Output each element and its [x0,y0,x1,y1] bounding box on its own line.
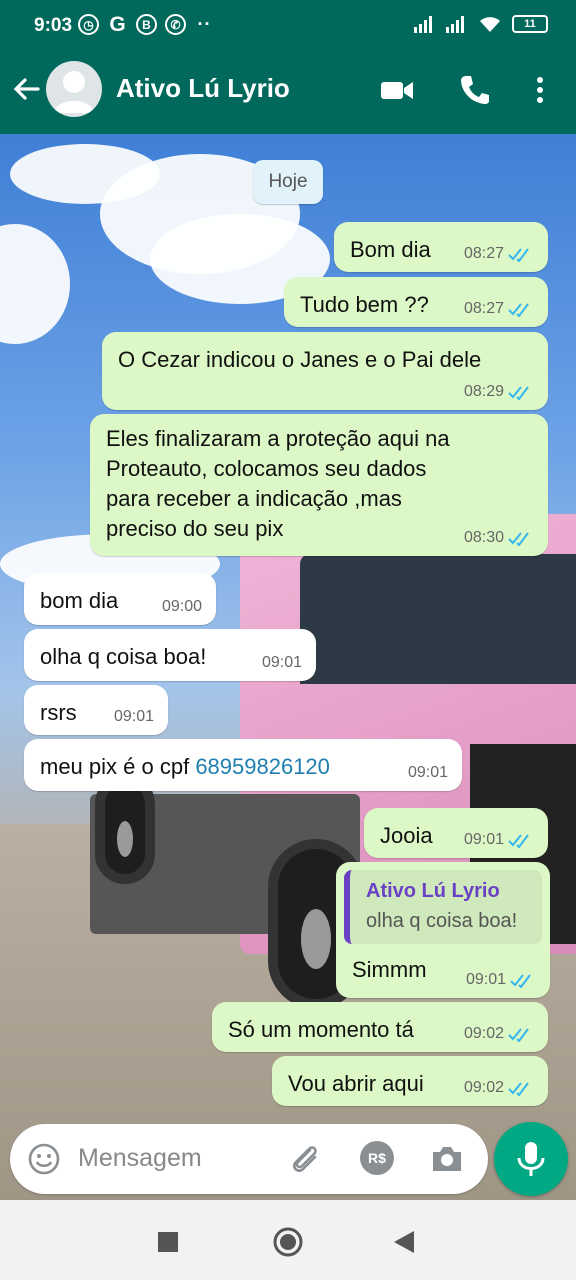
message-text: bom dia [40,588,119,613]
message-time: 09:01 [261,654,302,671]
message-bubble-outgoing[interactable]: Bom dia 08:27 [334,222,548,272]
message-bubble-incoming[interactable]: meu pix é o cpf 68959826120 09:01 [24,739,462,791]
read-ticks-icon [508,248,529,262]
attach-icon[interactable] [288,1141,324,1177]
signal-icon [446,16,464,33]
message-bubble-outgoing[interactable]: Vou abrir aqui 09:02 [272,1056,548,1106]
mic-icon [517,1142,545,1176]
contact-name[interactable]: Ativo Lú Lyrio [116,73,290,104]
message-text: Vou abrir aqui [288,1071,424,1096]
mic-button[interactable] [494,1122,568,1196]
voice-call-icon[interactable] [458,73,492,107]
alarm-icon: ◷ [78,14,99,35]
message-time: 09:01 [113,708,154,725]
message-text: olha q coisa boa! [40,644,207,669]
message-text: Eles finalizaram a proteção aqui na Prot… [106,426,450,541]
message-bubble-incoming[interactable]: olha q coisa boa! 09:01 [24,629,316,681]
back-arrow-icon[interactable] [10,73,42,105]
message-bubble-incoming[interactable]: bom dia 09:00 [24,573,216,625]
status-bar: 9:03 ◷ G B ✆ ·· 11 [0,0,576,56]
message-time: 08:30 [463,529,504,546]
read-ticks-icon [508,1028,529,1042]
message-input[interactable]: Mensagem [78,1144,202,1173]
chat-header: Ativo Lú Lyrio [0,56,576,134]
message-text: Tudo bem ?? [300,292,429,317]
more-options-icon[interactable] [523,73,557,107]
quoted-author: Ativo Lú Lyrio [366,880,500,902]
quoted-message[interactable]: Ativo Lú Lyrio olha q coisa boa! [344,870,542,944]
whatsapp-icon: ✆ [165,14,186,35]
message-bubble-outgoing[interactable]: Jooia 09:01 [364,808,548,858]
message-bubble-outgoing[interactable]: Só um momento tá 09:02 [212,1002,548,1052]
message-time: 09:01 [463,831,504,848]
read-ticks-icon [510,974,531,988]
avatar[interactable] [46,61,102,117]
message-text: O Cezar indicou o Janes e o Pai dele [118,347,482,372]
read-ticks-icon [508,834,529,848]
message-time: 09:00 [161,598,202,615]
battery-icon: 11 [512,15,548,33]
system-nav-bar [0,1200,576,1280]
quoted-text: olha q coisa boa! [366,910,518,932]
message-bubble-incoming[interactable]: rsrs 09:01 [24,685,168,735]
status-time: 9:03 [34,15,73,36]
date-label: Hoje [253,160,323,204]
message-text: meu pix é o cpf 68959826120 [40,754,330,779]
back-nav-icon[interactable] [394,1231,414,1253]
message-text: Jooia [380,823,433,848]
message-time: 08:27 [463,245,504,262]
wifi-icon [480,17,500,32]
google-icon: G [109,12,126,36]
message-text: Só um momento tá [228,1017,414,1042]
emoji-icon[interactable] [28,1143,60,1175]
message-bubble-outgoing[interactable]: Tudo bem ?? 08:27 [284,277,548,327]
read-ticks-icon [508,303,529,317]
payment-icon[interactable]: R$ [360,1141,394,1175]
message-bubble-outgoing[interactable]: O Cezar indicou o Janes e o Pai dele 08:… [102,332,548,410]
camera-icon[interactable] [429,1141,465,1177]
message-text: Bom dia [350,237,431,262]
b-icon: B [136,14,157,35]
read-ticks-icon [508,386,529,400]
message-text: Simmm [352,957,427,982]
read-ticks-icon [508,532,529,546]
message-time: 09:01 [407,764,448,781]
message-time: 09:02 [463,1079,504,1096]
signal-icon [414,16,432,33]
message-bubble-outgoing[interactable]: Eles finalizaram a proteção aqui na Prot… [90,414,548,556]
read-ticks-icon [508,1082,529,1096]
message-time: 09:01 [465,971,506,988]
message-time: 09:02 [463,1025,504,1042]
video-call-icon[interactable] [380,73,414,107]
message-time: 08:27 [463,300,504,317]
recents-icon[interactable] [158,1232,178,1252]
message-text: rsrs [40,700,77,725]
more-dots-icon: ·· [197,14,212,34]
message-time: 08:29 [463,383,504,400]
home-icon[interactable] [272,1226,304,1258]
message-bubble-outgoing-reply[interactable]: Ativo Lú Lyrio olha q coisa boa! Simmm 0… [336,862,550,998]
phone-number-link[interactable]: 68959826120 [195,754,330,779]
message-input-bar: Mensagem R$ [10,1124,488,1194]
